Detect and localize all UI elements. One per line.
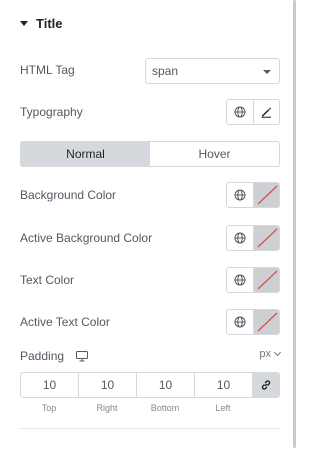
chevron-down-icon	[263, 70, 271, 74]
active-background-color-controls	[226, 225, 280, 251]
active-text-color-label: Active Text Color	[20, 315, 110, 329]
label-right: Right	[96, 403, 118, 413]
padding-bottom-input[interactable]	[137, 373, 195, 397]
globe-icon	[234, 106, 246, 118]
globe-icon	[234, 189, 246, 201]
typography-controls	[226, 99, 280, 125]
label-left: Left	[215, 403, 231, 413]
padding-header: Padding px	[20, 348, 282, 364]
padding-left-input[interactable]	[195, 373, 253, 397]
text-color-controls	[226, 267, 280, 293]
unit-selector[interactable]: px	[259, 348, 282, 360]
tab-normal[interactable]: Normal	[21, 142, 150, 166]
globe-icon	[234, 316, 246, 328]
caret-down-icon	[20, 20, 28, 26]
html-tag-label: HTML Tag	[20, 63, 75, 77]
no-color-icon	[257, 228, 277, 248]
label-top: Top	[41, 403, 57, 413]
typography-global-button[interactable]	[227, 100, 253, 124]
divider	[20, 428, 280, 429]
desktop-icon[interactable]	[76, 350, 89, 362]
active-text-color-global-button[interactable]	[227, 310, 253, 334]
text-color-global-button[interactable]	[227, 268, 253, 292]
text-color-label: Text Color	[20, 273, 75, 287]
tab-hover[interactable]: Hover	[150, 142, 279, 166]
section-toggle[interactable]: Title	[20, 14, 63, 32]
no-color-icon	[257, 270, 277, 290]
globe-icon	[234, 232, 246, 244]
active-text-color-swatch[interactable]	[252, 310, 279, 334]
state-tabs: Normal Hover	[20, 141, 280, 167]
no-color-icon	[257, 185, 277, 205]
active-background-color-global-button[interactable]	[227, 226, 253, 250]
padding-label: Padding	[20, 349, 65, 363]
active-text-color-controls	[226, 309, 280, 335]
link-values-button[interactable]	[253, 373, 279, 397]
active-background-color-label: Active Background Color	[20, 231, 153, 245]
no-color-icon	[257, 312, 277, 332]
padding-right-input[interactable]	[79, 373, 137, 397]
html-tag-value: span	[152, 64, 179, 78]
background-color-global-button[interactable]	[227, 183, 253, 207]
padding-top-input[interactable]	[21, 373, 79, 397]
background-color-controls	[226, 182, 280, 208]
background-color-label: Background Color	[20, 188, 117, 202]
chevron-down-icon	[273, 348, 282, 357]
unit-value: px	[259, 348, 271, 360]
active-background-color-swatch[interactable]	[252, 226, 279, 250]
link-icon	[261, 380, 271, 390]
globe-icon	[234, 274, 246, 286]
scrollbar[interactable]	[292, 0, 296, 456]
background-color-swatch[interactable]	[252, 183, 279, 207]
pencil-icon	[261, 107, 272, 118]
style-panel: Title HTML Tag span Typography Normal Ho…	[0, 0, 292, 456]
padding-side-labels: Top Right Bottom Left	[20, 403, 280, 413]
scrollbar-thumb[interactable]	[293, 0, 296, 448]
section-title: Title	[36, 15, 63, 31]
padding-inputs	[20, 372, 280, 398]
typography-label: Typography	[20, 105, 83, 119]
html-tag-select[interactable]: span	[145, 58, 280, 84]
text-color-swatch[interactable]	[252, 268, 279, 292]
label-bottom: Bottom	[150, 403, 180, 413]
typography-edit-button[interactable]	[252, 100, 280, 124]
